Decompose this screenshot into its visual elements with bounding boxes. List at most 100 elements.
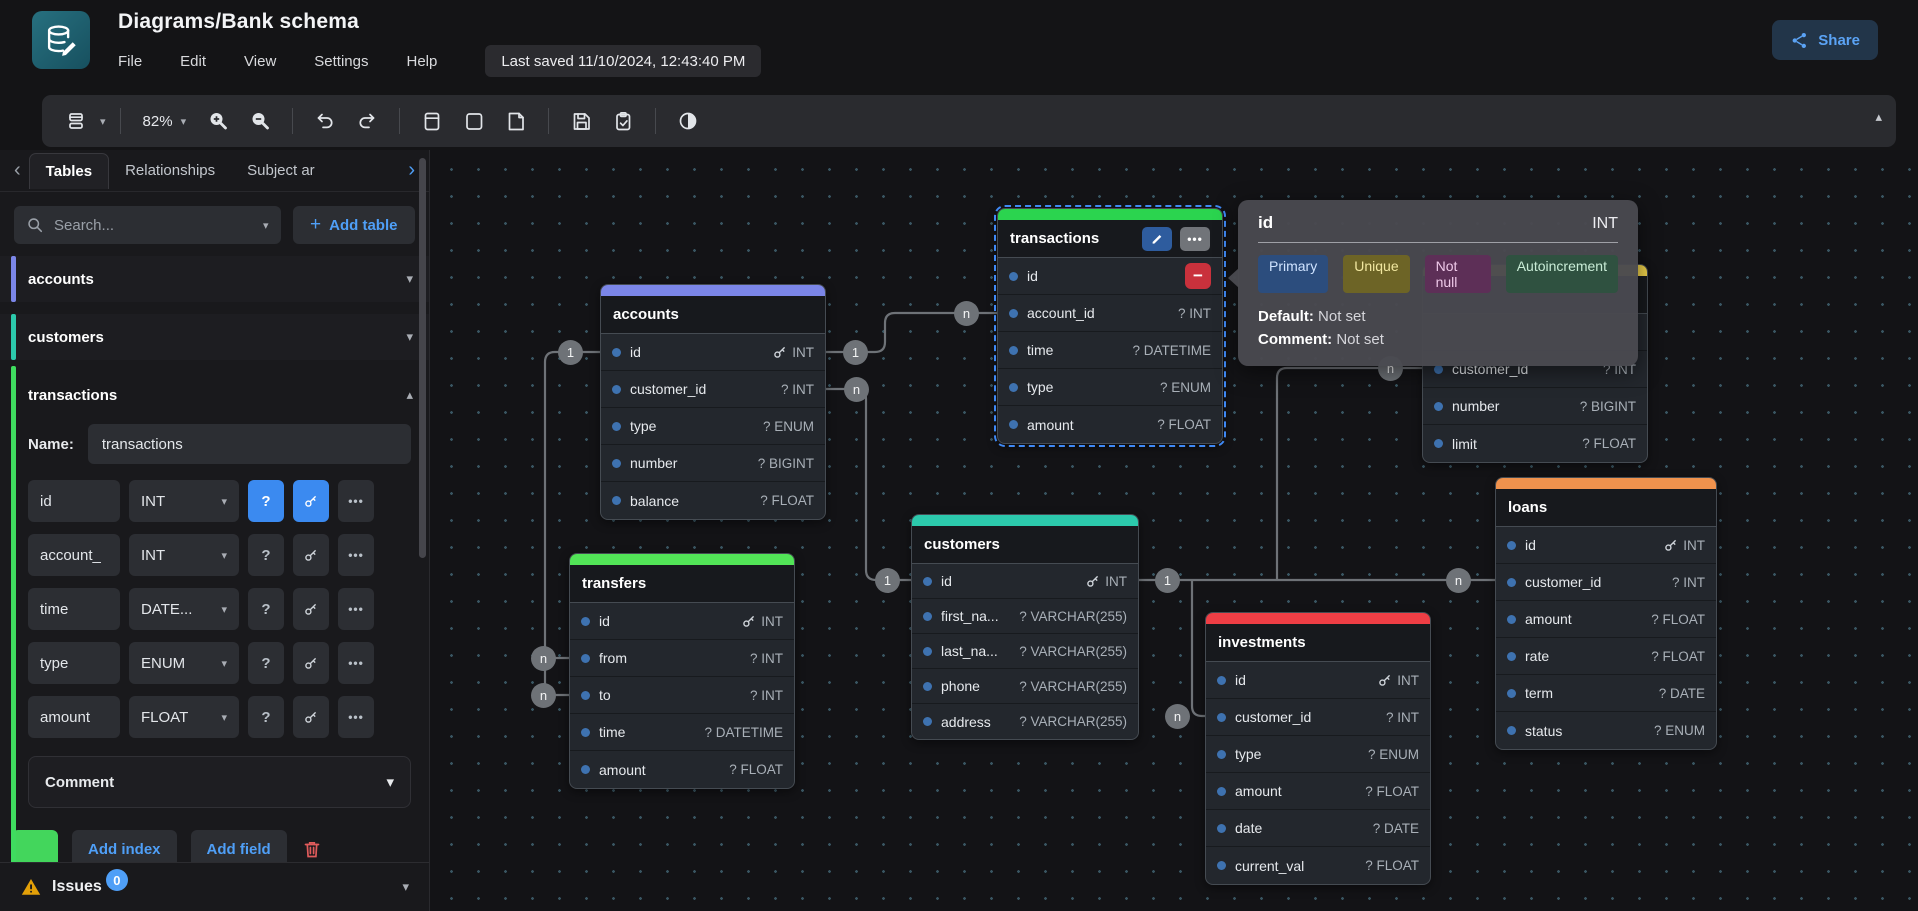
tab-relationships[interactable]: Relationships — [109, 153, 231, 188]
app-logo[interactable] — [32, 11, 90, 69]
field-name-button[interactable]: type — [28, 642, 120, 684]
table-field-row[interactable]: time ? DATETIME — [998, 332, 1222, 369]
add-table-tool-button[interactable] — [414, 103, 450, 139]
issues-bar[interactable]: Issues 0 ▾ — [0, 862, 430, 911]
table-header[interactable]: customers — [912, 526, 1138, 564]
canvas-table-transfers[interactable]: transfers id INT from ? INT to ? INT tim… — [569, 553, 795, 789]
undo-button[interactable] — [307, 103, 343, 139]
table-field-row[interactable]: id INT — [601, 334, 825, 371]
table-field-row[interactable]: first_na... ? VARCHAR(255) — [912, 599, 1138, 634]
field-more-button[interactable]: ••• — [338, 696, 374, 738]
field-name-button[interactable]: account_ — [28, 534, 120, 576]
table-name-input[interactable] — [88, 424, 411, 464]
save-button[interactable] — [563, 103, 599, 139]
table-header[interactable]: transfers — [570, 565, 794, 603]
sidebar-item-accounts[interactable]: accounts ▾ — [0, 256, 429, 302]
field-name-button[interactable]: id — [28, 480, 120, 522]
search-input[interactable] — [54, 217, 253, 234]
table-field-row[interactable]: from ? INT — [570, 640, 794, 677]
field-more-button[interactable]: ••• — [338, 534, 374, 576]
table-field-row[interactable]: id INT — [1496, 527, 1716, 564]
menu-file[interactable]: File — [118, 53, 142, 70]
field-name-button[interactable]: amount — [28, 696, 120, 738]
field-more-button[interactable]: ••• — [338, 588, 374, 630]
table-header[interactable]: accounts — [601, 296, 825, 334]
zoom-out-button[interactable] — [242, 103, 278, 139]
table-field-row[interactable]: phone ? VARCHAR(255) — [912, 669, 1138, 704]
menu-edit[interactable]: Edit — [180, 53, 206, 70]
sidebar-item-transactions[interactable]: transactions ▴ — [0, 372, 429, 418]
theme-toggle-button[interactable] — [670, 103, 706, 139]
table-field-row[interactable]: date ? DATE — [1206, 810, 1430, 847]
table-field-row[interactable]: current_val ? FLOAT — [1206, 847, 1430, 884]
tabs-scroll-left-icon[interactable]: ‹ — [6, 159, 29, 182]
diagram-canvas[interactable]: 1 n 1 n n 1 n 1 n n n customer_id ? INT … — [430, 150, 1918, 911]
zoom-level[interactable]: 82% ▾ — [135, 113, 195, 130]
table-field-row[interactable]: amount ? FLOAT — [998, 406, 1222, 443]
field-type-select[interactable]: INT ▾ — [129, 534, 239, 576]
edit-table-button[interactable] — [1142, 227, 1172, 251]
table-header[interactable]: transactions ••• — [998, 220, 1222, 258]
primary-key-toggle[interactable] — [293, 642, 329, 684]
canvas-table-loans[interactable]: loans id INT customer_id ? INT amount ? … — [1495, 477, 1717, 750]
primary-key-toggle[interactable] — [293, 534, 329, 576]
table-field-row[interactable]: type ? ENUM — [998, 369, 1222, 406]
table-field-row[interactable]: address ? VARCHAR(255) — [912, 704, 1138, 739]
table-field-row[interactable]: customer_id ? INT — [1206, 699, 1430, 736]
table-field-row[interactable]: limit ? FLOAT — [1423, 425, 1647, 462]
primary-key-toggle[interactable] — [293, 480, 329, 522]
canvas-table-accounts[interactable]: accounts id INT customer_id ? INT type ?… — [600, 284, 826, 520]
field-type-select[interactable]: ENUM ▾ — [129, 642, 239, 684]
nullable-toggle[interactable]: ? — [248, 534, 284, 576]
field-type-select[interactable]: INT ▾ — [129, 480, 239, 522]
table-field-row[interactable]: type ? ENUM — [601, 408, 825, 445]
primary-key-toggle[interactable] — [293, 696, 329, 738]
table-field-row[interactable]: status ? ENUM — [1496, 712, 1716, 749]
table-field-row[interactable]: amount ? FLOAT — [1496, 601, 1716, 638]
table-search[interactable]: ▾ — [14, 206, 281, 244]
view-options-caret-icon[interactable]: ▾ — [100, 115, 106, 128]
delete-field-button[interactable]: − — [1185, 263, 1211, 289]
zoom-in-button[interactable] — [200, 103, 236, 139]
nullable-toggle[interactable]: ? — [248, 696, 284, 738]
field-name-button[interactable]: time — [28, 588, 120, 630]
table-header[interactable]: investments — [1206, 624, 1430, 662]
commit-button[interactable] — [605, 103, 641, 139]
redo-button[interactable] — [349, 103, 385, 139]
primary-key-toggle[interactable] — [293, 588, 329, 630]
chevron-down-icon[interactable]: ▾ — [406, 329, 413, 345]
table-field-row[interactable]: account_id ? INT — [998, 295, 1222, 332]
nullable-toggle[interactable]: ? — [248, 480, 284, 522]
chevron-down-icon[interactable]: ▾ — [402, 879, 409, 895]
table-field-row[interactable]: term ? DATE — [1496, 675, 1716, 712]
table-field-row[interactable]: number ? BIGINT — [1423, 388, 1647, 425]
menu-help[interactable]: Help — [406, 53, 437, 70]
tab-subject-areas[interactable]: Subject ar — [231, 153, 331, 188]
canvas-table-customers[interactable]: customers id INT first_na... ? VARCHAR(2… — [911, 514, 1139, 740]
sidebar-item-customers[interactable]: customers ▾ — [0, 314, 429, 360]
table-field-row[interactable]: rate ? FLOAT — [1496, 638, 1716, 675]
search-caret-icon[interactable]: ▾ — [263, 219, 269, 232]
share-button[interactable]: Share — [1772, 20, 1878, 60]
field-type-select[interactable]: FLOAT ▾ — [129, 696, 239, 738]
table-field-row[interactable]: number ? BIGINT — [601, 445, 825, 482]
table-header[interactable]: loans — [1496, 489, 1716, 527]
table-field-row[interactable]: to ? INT — [570, 677, 794, 714]
canvas-table-transactions[interactable]: transactions ••• id − account_id ? INT t… — [997, 208, 1223, 444]
table-field-row[interactable]: type ? ENUM — [1206, 736, 1430, 773]
tab-tables[interactable]: Tables — [29, 153, 109, 189]
table-field-row[interactable]: id INT — [912, 564, 1138, 599]
chevron-up-icon[interactable]: ▴ — [406, 387, 413, 403]
table-field-row[interactable]: customer_id ? INT — [1496, 564, 1716, 601]
add-note-tool-button[interactable] — [498, 103, 534, 139]
add-area-tool-button[interactable] — [456, 103, 492, 139]
table-more-button[interactable]: ••• — [1180, 227, 1210, 251]
table-field-row[interactable]: amount ? FLOAT — [1206, 773, 1430, 810]
table-field-row[interactable]: amount ? FLOAT — [570, 751, 794, 788]
table-field-row[interactable]: balance ? FLOAT — [601, 482, 825, 519]
add-table-button[interactable]: + Add table — [293, 206, 415, 244]
sidebar-scrollbar[interactable] — [419, 158, 426, 558]
field-more-button[interactable]: ••• — [338, 642, 374, 684]
table-field-row[interactable]: id − — [998, 258, 1222, 295]
nullable-toggle[interactable]: ? — [248, 588, 284, 630]
